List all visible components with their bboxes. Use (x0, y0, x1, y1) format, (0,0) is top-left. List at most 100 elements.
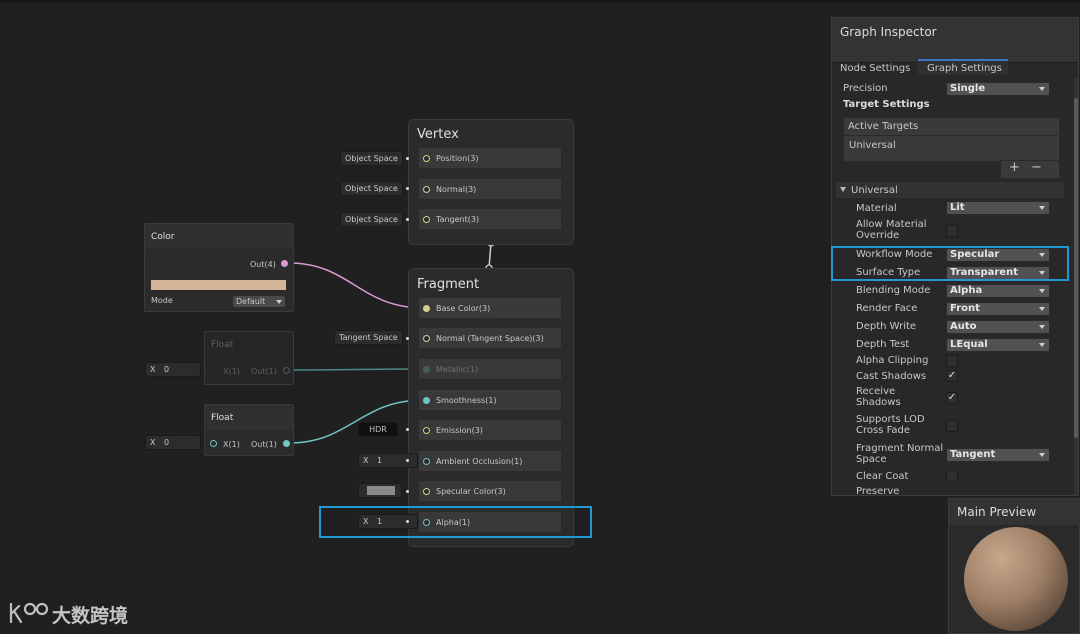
chevron-down-icon (1039, 325, 1045, 329)
float-1-input[interactable]: X 0 (145, 362, 201, 377)
divider (843, 135, 1058, 136)
port-icon[interactable] (423, 155, 430, 162)
add-icon[interactable]: + (1009, 161, 1020, 174)
connector-dot (406, 337, 409, 340)
wire-color-to-basecolor (288, 262, 425, 309)
workflow-surface-highlight-box (831, 246, 1069, 281)
input-object-space-tangent[interactable]: Object Space (340, 212, 403, 227)
port-icon[interactable] (423, 335, 430, 342)
port-icon[interactable] (423, 397, 430, 404)
float-2-value[interactable]: 0 (164, 436, 169, 449)
fragment-node-title: Fragment (417, 277, 480, 292)
port-icon[interactable] (423, 216, 430, 223)
fragment-slot-base-color[interactable]: Base Color(3) (418, 297, 562, 319)
vertex-slot-normal[interactable]: Normal(3) (418, 178, 562, 200)
prop-label-clear-coat: Clear Coat (856, 471, 909, 482)
port-icon[interactable] (423, 427, 430, 434)
float-1-value[interactable]: 0 (164, 363, 169, 376)
color-output-label: Out(4) (250, 260, 276, 269)
mode-label: Mode (151, 296, 173, 305)
chevron-down-icon (1039, 307, 1045, 311)
prop-label-receive-shadows: Receive Shadows (856, 386, 901, 408)
input-ambient-occlusion[interactable]: X 1 (358, 453, 418, 468)
ao-value[interactable]: 1 (377, 454, 382, 467)
fragment-slot-specular-color[interactable]: Specular Color(3) (418, 480, 562, 502)
output-port-icon[interactable] (281, 260, 288, 267)
fragment-normal-space-dropdown[interactable]: Tangent (946, 448, 1050, 462)
port-icon[interactable] (423, 488, 430, 495)
float-node-title: Float (211, 413, 234, 423)
inspector-scrollbar-track[interactable] (1074, 78, 1078, 495)
port-icon[interactable] (423, 305, 430, 312)
alpha-clipping-checkbox[interactable] (946, 355, 958, 367)
float-node-1[interactable]: Float X(1) Out(1) (204, 331, 294, 385)
watermark-logo-icon (9, 602, 49, 624)
supports-lod-cross-fade-checkbox[interactable] (946, 420, 958, 432)
universal-section-label: Universal (851, 185, 898, 196)
blending-mode-dropdown[interactable]: Alpha (946, 284, 1050, 298)
main-preview-panel[interactable]: Main Preview (948, 498, 1080, 634)
connector-dot (406, 187, 409, 190)
float-2-input[interactable]: X 0 (145, 435, 201, 450)
prop-label-depth-write: Depth Write (856, 321, 917, 332)
watermark-text: 大数跨境 (52, 605, 129, 627)
prop-label-alpha-clipping: Alpha Clipping (856, 355, 929, 366)
foldout-arrow-icon[interactable] (840, 187, 846, 192)
connector-dot (406, 428, 409, 431)
port-icon[interactable] (423, 366, 430, 373)
color-swatch[interactable] (151, 280, 286, 290)
fragment-slot-ambient-occlusion[interactable]: Ambient Occlusion(1) (418, 450, 562, 472)
fragment-slot-metallic[interactable]: Metallic(1) (418, 358, 562, 380)
mode-dropdown[interactable]: Default (233, 296, 285, 307)
fragment-slot-normal[interactable]: Normal (Tangent Space)(3) (418, 327, 562, 349)
port-icon[interactable] (423, 458, 430, 465)
axis-label: X (363, 456, 369, 465)
allow-material-override-checkbox[interactable] (946, 225, 958, 237)
input-object-space-position[interactable]: Object Space (340, 151, 403, 166)
wire-float-to-metallic (288, 368, 425, 371)
float-output-label: Out(1) (251, 367, 277, 376)
prop-label-material: Material (856, 203, 897, 214)
specular-swatch[interactable] (367, 486, 395, 495)
precision-label: Precision (843, 83, 888, 94)
tab-graph-settings[interactable]: Graph Settings (927, 63, 1002, 74)
prop-label-blending-mode: Blending Mode (856, 285, 931, 296)
float-input-label: X(1) (223, 440, 240, 449)
depth-test-dropdown[interactable]: LEqual (946, 338, 1050, 352)
material-dropdown[interactable]: Lit (946, 201, 1050, 215)
input-object-space-normal[interactable]: Object Space (340, 181, 403, 196)
tab-node-settings[interactable]: Node Settings (840, 63, 910, 74)
receive-shadows-checkbox[interactable]: ✓ (946, 392, 958, 404)
prop-label-preserve: Preserve (856, 486, 900, 494)
inspector-scrollbar-thumb[interactable] (1074, 98, 1078, 438)
preview-sphere[interactable] (964, 527, 1068, 631)
input-specular-color[interactable] (358, 483, 402, 498)
output-port-icon[interactable] (283, 440, 290, 447)
float-node-2[interactable]: Float X(1) Out(1) (204, 404, 294, 456)
port-icon[interactable] (423, 186, 430, 193)
clear-coat-checkbox[interactable] (946, 470, 958, 482)
wire-vertex-to-fragment (488, 242, 492, 269)
input-tangent-space[interactable]: Tangent Space (334, 330, 403, 345)
target-item-universal[interactable]: Universal (849, 140, 896, 151)
color-node-title: Color (151, 232, 175, 242)
precision-dropdown[interactable]: Single (946, 82, 1050, 96)
prop-label-fragment-normal-space: Fragment Normal Space (856, 443, 944, 465)
input-hdr-color[interactable]: HDR (358, 422, 398, 437)
vertex-slot-tangent[interactable]: Tangent(3) (418, 208, 562, 230)
remove-icon[interactable]: − (1031, 161, 1042, 174)
color-node[interactable]: Color Out(4) Mode Default (144, 223, 294, 312)
input-port-icon[interactable] (210, 440, 217, 447)
prop-label-depth-test: Depth Test (856, 339, 910, 350)
chevron-down-icon (1039, 87, 1045, 91)
watermark-logo: 大数跨境 (8, 600, 128, 630)
inspector-title: Graph Inspector (840, 25, 937, 39)
fragment-slot-emission[interactable]: Emission(3) (418, 419, 562, 441)
render-face-dropdown[interactable]: Front (946, 302, 1050, 316)
vertex-slot-position[interactable]: Position(3) (418, 147, 562, 169)
output-port-icon[interactable] (283, 367, 290, 374)
depth-write-dropdown[interactable]: Auto (946, 320, 1050, 334)
cast-shadows-checkbox[interactable]: ✓ (946, 370, 958, 382)
chevron-down-icon (1039, 453, 1045, 457)
fragment-slot-smoothness[interactable]: Smoothness(1) (418, 389, 562, 411)
